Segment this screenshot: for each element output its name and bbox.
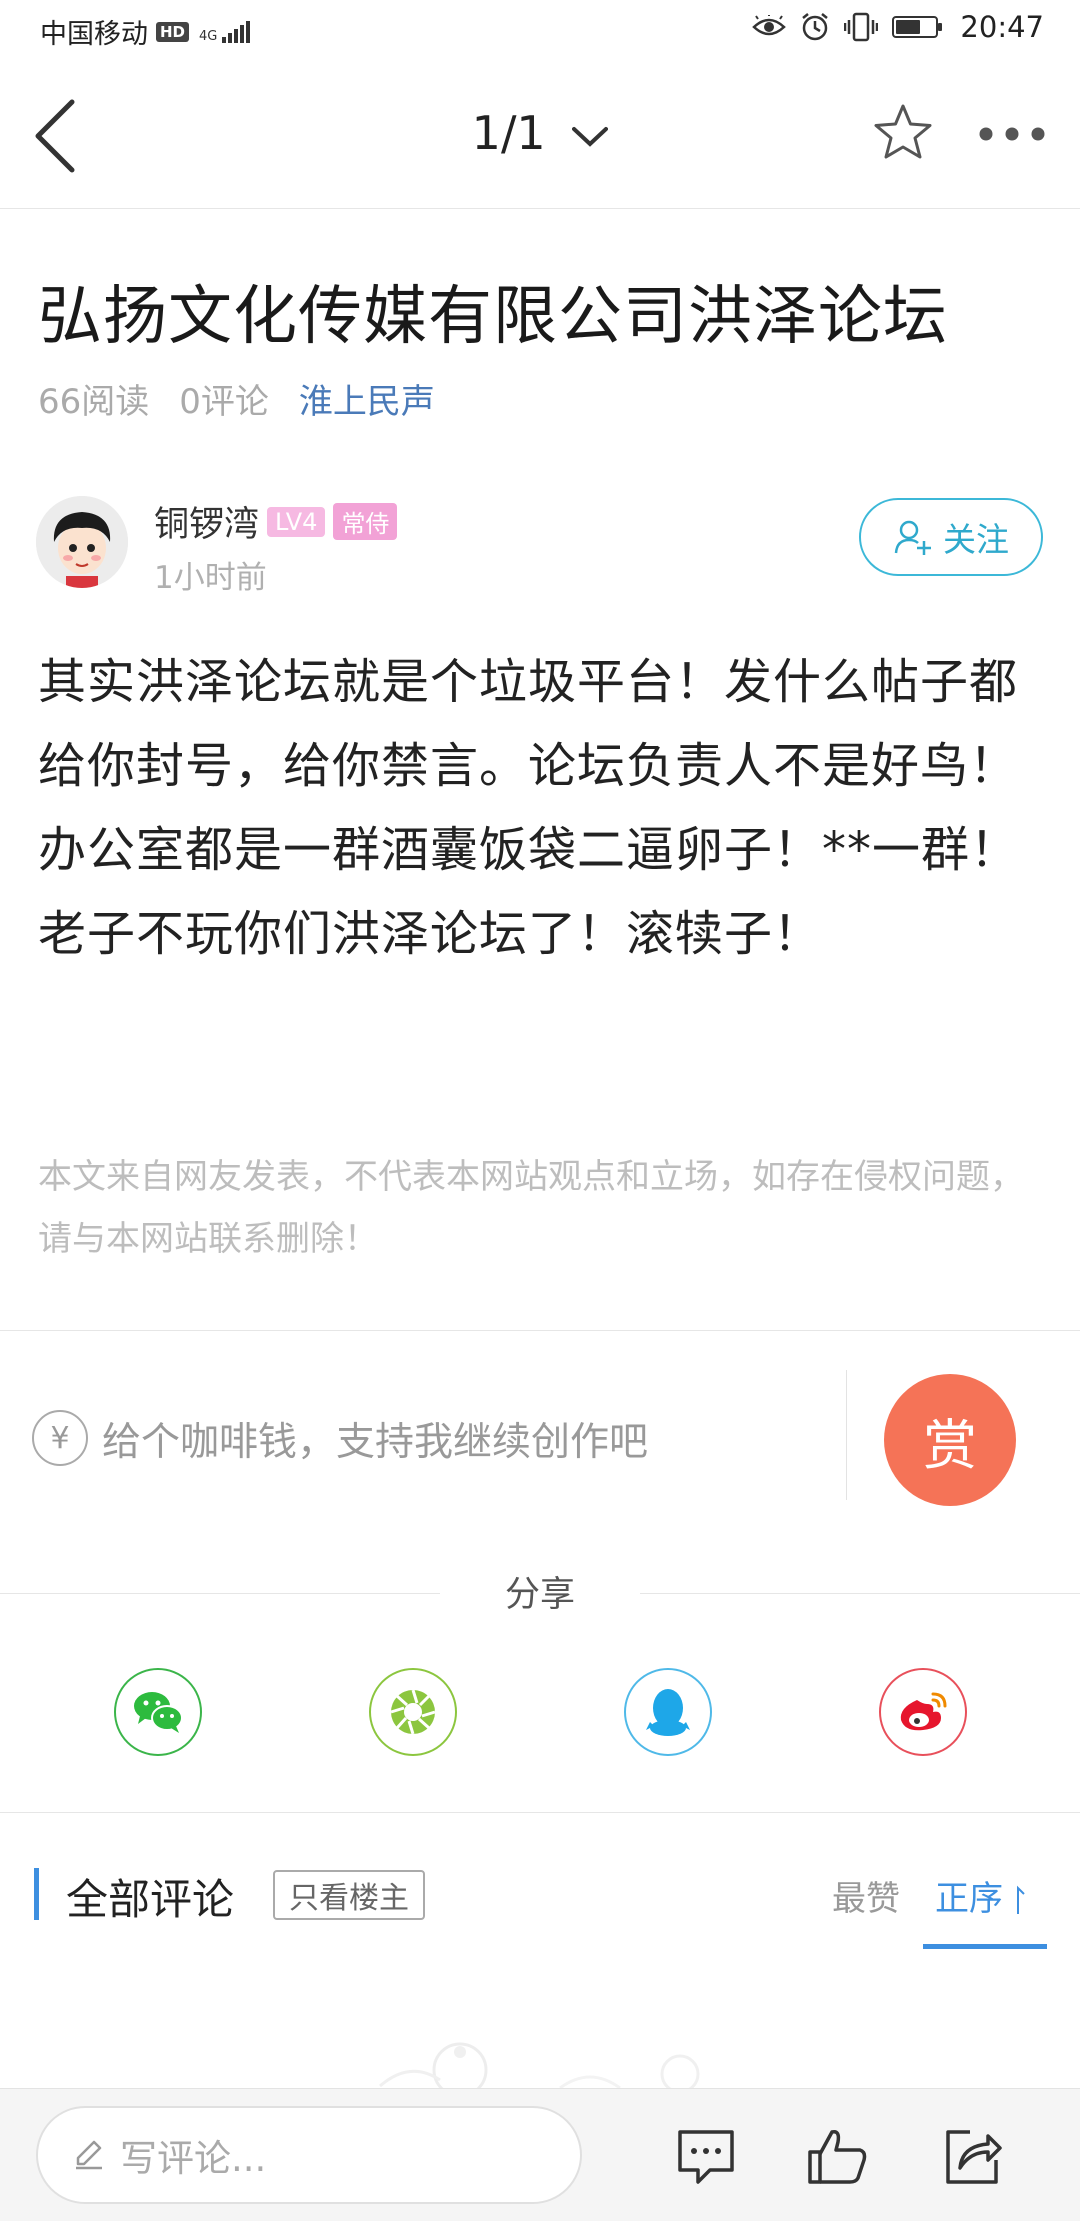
share-label: 分享	[504, 1575, 575, 1615]
author-only-filter[interactable]: 只看楼主	[273, 1870, 425, 1920]
battery-icon	[892, 16, 943, 38]
post-time: 1小时前	[154, 560, 267, 596]
article-title: 弘扬文化传媒有限公司洪泽论坛	[38, 280, 948, 354]
sort-order-tab[interactable]: 正序	[935, 1871, 1028, 1920]
role-badge: 常侍	[333, 503, 398, 540]
wechat-icon[interactable]	[114, 1668, 202, 1756]
empty-state-illustration	[379, 2042, 700, 2090]
article-body: 其实洪泽论坛就是个垃圾平台！发什么帖子都给你封号，给你禁言。论坛负责人不是好鸟！…	[38, 654, 1020, 962]
follow-label: 关注	[943, 520, 1009, 559]
comment-count: 0评论	[179, 382, 269, 422]
vibrate-icon	[844, 12, 879, 42]
reward-button[interactable]: 赏	[884, 1374, 1016, 1506]
add-user-icon	[894, 520, 931, 555]
author-info: 铜锣湾 LV4 常侍	[154, 496, 398, 547]
page-indicator: 1/1	[471, 106, 546, 160]
status-left: 中国移动 HD 4G	[40, 12, 251, 51]
avatar[interactable]	[36, 496, 128, 588]
sort-tab-indicator	[923, 1944, 1047, 1949]
comment-placeholder: 写评论...	[120, 2137, 267, 2180]
share-icon[interactable]	[940, 2124, 1004, 2188]
nav-bar: 1/1	[0, 62, 1080, 209]
sort-order-label: 正序	[935, 1879, 1003, 1919]
disclaimer: 本文来自网友发表，不代表本网站观点和立场，如存在侵权问题，请与本网站联系删除！	[38, 1157, 1024, 1259]
weibo-glyph	[900, 1692, 947, 1731]
chevron-down-icon	[572, 126, 609, 147]
comment-input[interactable]: 写评论...	[36, 2106, 582, 2204]
network-type: 4G	[199, 28, 218, 44]
wechat-glyph	[134, 1692, 183, 1733]
like-icon[interactable]	[806, 2124, 870, 2188]
comment-icon[interactable]	[674, 2124, 738, 2188]
tip-prompt: 给个咖啡钱，支持我继续创作吧	[102, 1420, 649, 1465]
source-link[interactable]: 淮上民声	[299, 374, 435, 423]
comments-title: 全部评论	[66, 1875, 235, 1924]
qq-icon[interactable]	[624, 1668, 712, 1756]
carrier-label: 中国移动	[40, 19, 148, 50]
section-accent-bar	[34, 1868, 39, 1920]
sort-top-tab[interactable]: 最赞	[832, 1871, 900, 1920]
clock: 20:47	[960, 10, 1044, 44]
eye-icon	[752, 15, 787, 36]
hd-badge: HD	[156, 21, 190, 42]
divider	[0, 1330, 1080, 1331]
read-count: 66阅读	[38, 382, 150, 422]
pencil-icon	[76, 2140, 102, 2170]
author-name[interactable]: 铜锣湾	[154, 496, 259, 547]
level-badge: LV4	[267, 506, 326, 537]
avatar-image	[36, 496, 128, 588]
moments-icon[interactable]	[369, 1668, 457, 1756]
more-icon[interactable]	[976, 124, 1048, 144]
weibo-icon[interactable]	[879, 1668, 967, 1756]
tip-separator	[846, 1370, 847, 1500]
status-bar: 中国移动 HD 4G 20:47	[0, 0, 1080, 62]
signal-icon: 4G	[199, 20, 251, 44]
divider	[0, 1812, 1080, 1813]
alarm-icon	[802, 13, 829, 41]
star-icon[interactable]	[872, 102, 934, 164]
qq-glyph	[646, 1689, 690, 1736]
status-right: 20:47	[752, 10, 1044, 44]
sort-arrow-icon	[1016, 1885, 1025, 1914]
article-meta: 66阅读 0评论 淮上民声	[38, 374, 435, 423]
yuan-icon: ¥	[32, 1410, 88, 1466]
follow-button[interactable]: 关注	[859, 498, 1043, 576]
moments-glyph	[390, 1689, 436, 1735]
